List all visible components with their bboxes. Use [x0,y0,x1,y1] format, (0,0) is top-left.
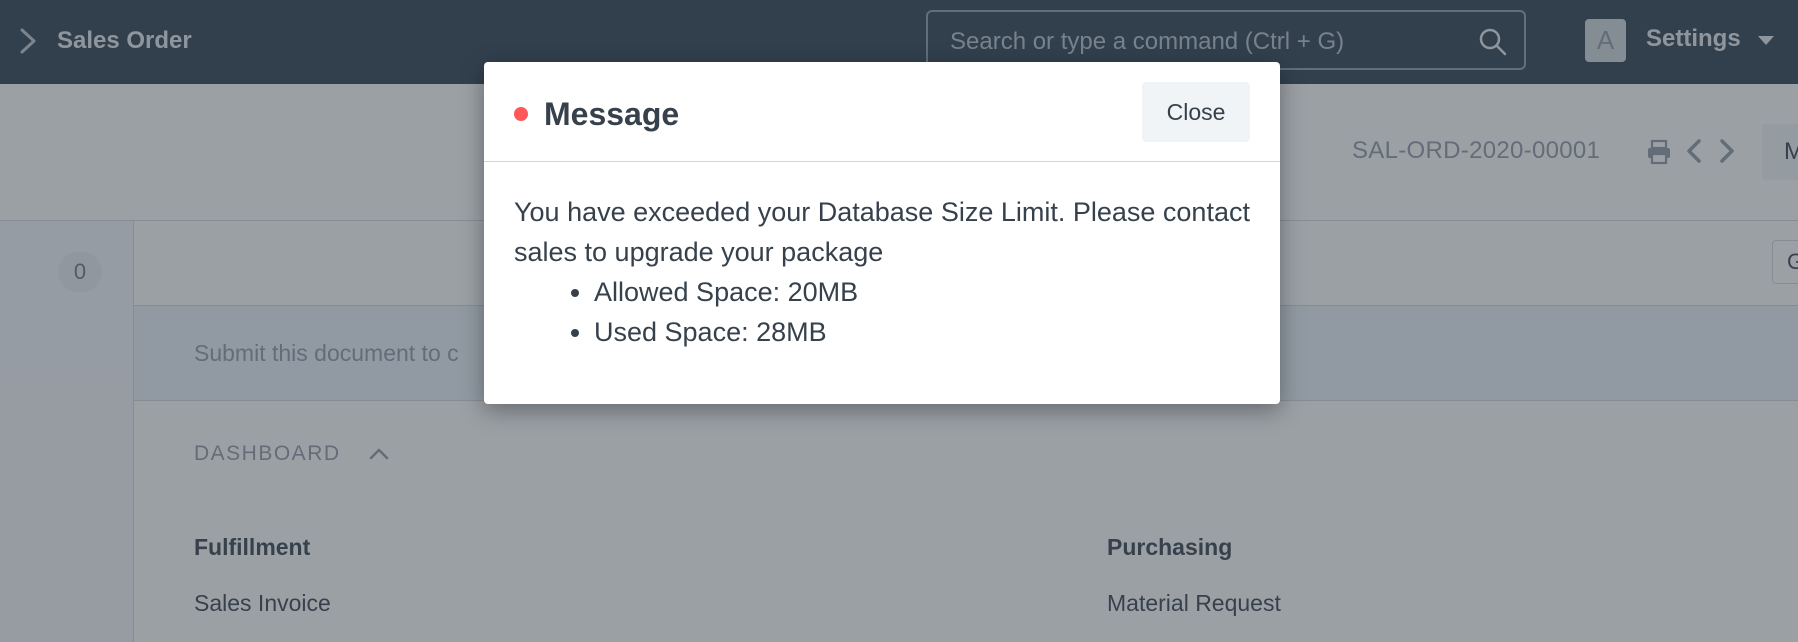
dialog-message: You have exceeded your Database Size Lim… [514,197,1250,267]
dialog-body: You have exceeded your Database Size Lim… [514,192,1250,352]
dialog-header: Message Close [484,62,1280,162]
list-item-allowed-space: Allowed Space: 20MB [594,272,1250,312]
message-dialog: Message Close You have exceeded your Dat… [484,62,1280,404]
dialog-title: Message [544,96,680,132]
space-details-list: Allowed Space: 20MB Used Space: 28MB [564,272,1250,352]
list-item-used-space: Used Space: 28MB [594,312,1250,352]
error-indicator-dot [514,107,528,121]
close-button[interactable]: Close [1142,82,1250,142]
